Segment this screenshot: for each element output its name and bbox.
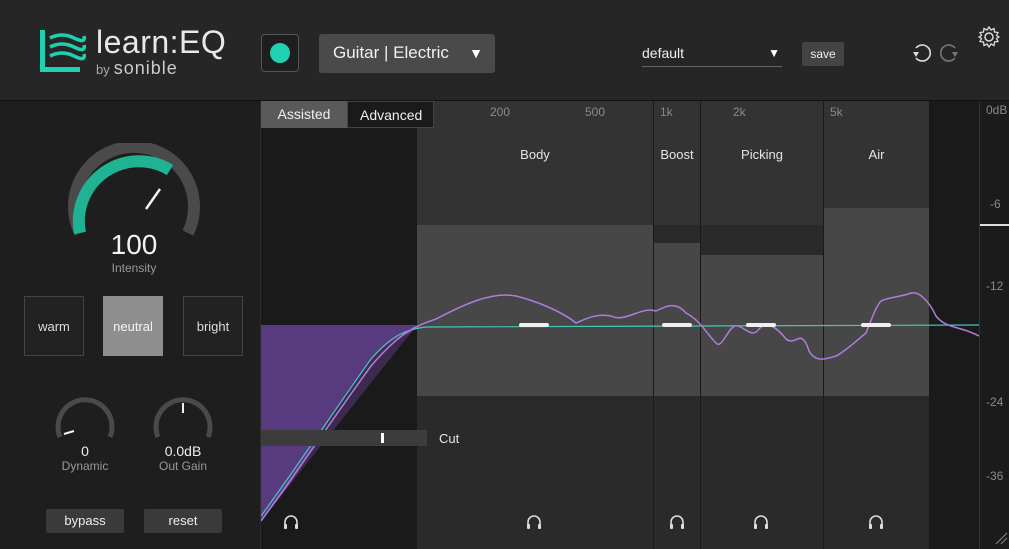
cut-slider-handle[interactable] — [381, 433, 384, 443]
body-handle[interactable] — [519, 323, 549, 327]
mode-toggle: Assisted Advanced — [261, 101, 434, 128]
db-label-12: -12 — [986, 279, 1004, 293]
profile-dropdown[interactable]: Guitar | Electric ▼ — [319, 34, 495, 73]
headphones-icon[interactable] — [526, 514, 542, 530]
bright-button[interactable]: bright — [183, 296, 243, 356]
learn-button[interactable] — [261, 34, 299, 72]
headphones-icon[interactable] — [669, 514, 685, 530]
cut-slider[interactable] — [261, 430, 427, 446]
eq-curve-canvas — [261, 292, 979, 522]
dropdown-arrow-icon: ▼ — [469, 45, 483, 61]
db-label-36: -36 — [986, 469, 1004, 483]
control-panel: 100 Intensity warm neutral bright 0 Dyna… — [0, 101, 261, 549]
logo-brand: sonible — [113, 58, 178, 78]
out-gain-label: Out Gain — [158, 459, 208, 473]
preset-value: default — [642, 45, 685, 61]
intensity-knob[interactable] — [60, 143, 208, 243]
dropdown-arrow-icon: ▼ — [768, 46, 780, 60]
intensity-value: 100 — [110, 229, 158, 260]
headphones-icon[interactable] — [753, 514, 769, 530]
db-label-6: -6 — [990, 197, 1001, 211]
eq-display[interactable]: Body Boost Picking Air 200 500 1k 2k 5k … — [261, 101, 979, 549]
dynamic-value: 0 — [81, 443, 89, 459]
db-label-24: -24 — [986, 395, 1004, 409]
learn-indicator-icon — [270, 43, 290, 63]
logo-byline: by sonible — [96, 58, 178, 79]
output-meter: 0dB -6 -12 -24 -36 — [979, 101, 1009, 549]
save-button[interactable]: save — [802, 42, 844, 66]
headphones-icon[interactable] — [868, 514, 884, 530]
neutral-button[interactable]: neutral — [103, 296, 163, 356]
db-label-0: 0dB — [986, 103, 1008, 117]
headphones-icon[interactable] — [283, 514, 299, 530]
dynamic-label: Dynamic — [61, 459, 109, 473]
reset-button[interactable]: reset — [144, 509, 222, 533]
assisted-tab[interactable]: Assisted — [261, 101, 347, 128]
redo-icon[interactable] — [937, 40, 961, 64]
out-gain-knob[interactable] — [150, 391, 216, 441]
meter-level-marker[interactable] — [980, 224, 1009, 226]
picking-handle[interactable] — [746, 323, 776, 327]
logo-title: learn:EQ — [96, 24, 227, 60]
warm-button[interactable]: warm — [24, 296, 84, 356]
header-bar: learn:EQ by sonible Guitar | Electric ▼ d… — [0, 0, 1009, 101]
gear-icon[interactable] — [978, 26, 1000, 48]
profile-value: Guitar | Electric — [333, 43, 449, 62]
dynamic-knob[interactable] — [52, 391, 118, 441]
advanced-tab[interactable]: Advanced — [347, 101, 434, 128]
logo-icon — [40, 30, 86, 72]
undo-icon[interactable] — [910, 40, 934, 64]
preset-dropdown[interactable]: default ▼ — [642, 42, 782, 67]
logo-by-text: by — [96, 62, 110, 77]
resize-handle-icon[interactable] — [994, 531, 1008, 545]
out-gain-value: 0.0dB — [164, 443, 202, 459]
boost-handle[interactable] — [662, 323, 692, 327]
air-handle[interactable] — [861, 323, 891, 327]
intensity-label: Intensity — [111, 261, 157, 275]
cut-label: Cut — [439, 431, 460, 446]
bypass-button[interactable]: bypass — [46, 509, 124, 533]
